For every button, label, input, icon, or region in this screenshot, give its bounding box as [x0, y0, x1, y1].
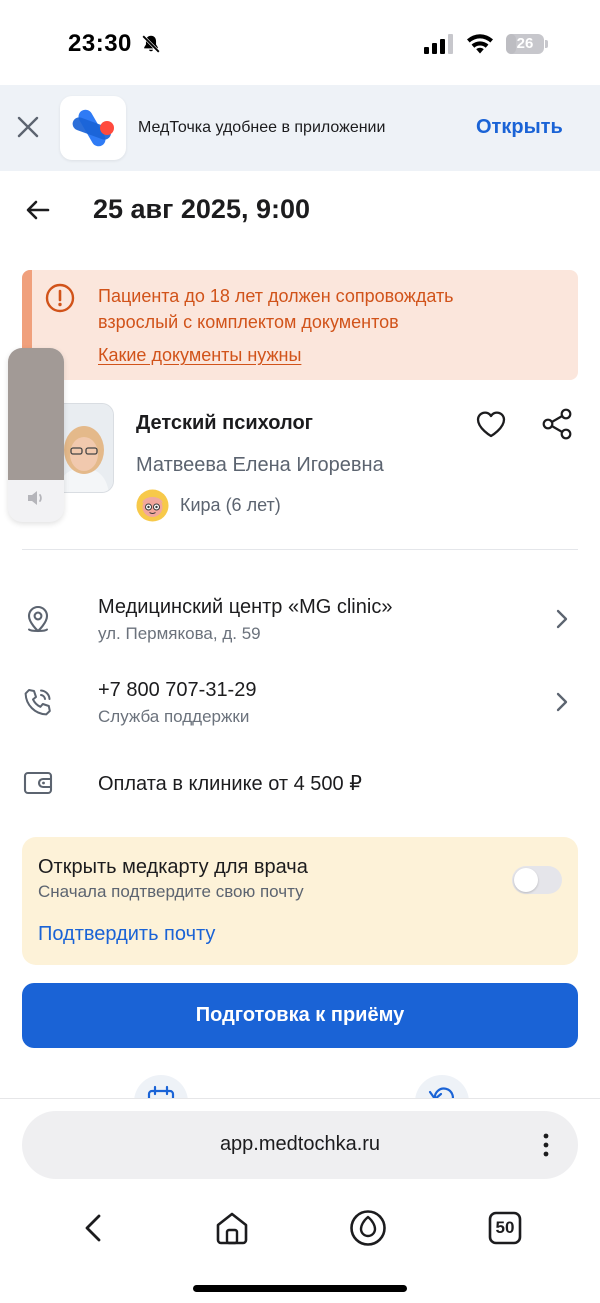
- open-app-button[interactable]: Открыть: [476, 116, 563, 139]
- home-indicator[interactable]: [193, 1285, 407, 1292]
- doctor-name[interactable]: Матвеева Елена Игоревна: [136, 454, 384, 477]
- required-documents-link[interactable]: Какие документы нужны: [98, 345, 301, 366]
- banner-text: МедТочка удобнее в приложении: [138, 119, 386, 136]
- more-vertical-icon[interactable]: [536, 1131, 556, 1159]
- speaker-icon[interactable]: [24, 486, 48, 510]
- prepare-for-visit-button[interactable]: Подготовка к приёму: [22, 983, 578, 1048]
- wifi-icon: [467, 34, 493, 54]
- page-title: 25 авг 2025, 9:00: [93, 194, 311, 224]
- doctor-specialty: Детский психолог: [136, 412, 313, 434]
- medtochka-app-logo: [60, 96, 126, 160]
- tabs-count: 50: [495, 1218, 515, 1237]
- location-pin-icon: [27, 605, 49, 633]
- media-preview: [8, 348, 64, 480]
- phone-icon: [24, 689, 51, 716]
- medcard-title: Открыть медкарту для врача: [38, 856, 308, 878]
- battery-percent: 26: [516, 35, 534, 52]
- bell-muted-icon: [142, 35, 160, 53]
- medtochka-logo-icon: [72, 109, 114, 147]
- close-icon[interactable]: [14, 113, 42, 141]
- url-text: app.medtochka.ru: [219, 1133, 381, 1155]
- medcard-subtitle: Сначала подтвердите свою почту: [38, 882, 304, 901]
- back-arrow-icon[interactable]: [24, 196, 52, 224]
- wallet-icon: [23, 771, 53, 795]
- support-label: Служба поддержки: [98, 707, 250, 726]
- browser-back-icon[interactable]: [74, 1208, 114, 1248]
- patient-name: Кира (6 лет): [180, 495, 281, 515]
- exclamation-circle-icon: [45, 283, 75, 313]
- chevron-right-icon: [556, 692, 568, 712]
- status-time: 23:30: [68, 30, 132, 57]
- clinic-address: ул. Пермякова, д. 59: [98, 624, 261, 643]
- toggle-knob: [514, 868, 538, 892]
- floating-media-panel[interactable]: [8, 348, 64, 522]
- appointment-screen: 23:30 26 МедТочка удобнее в приложении О…: [0, 0, 600, 1303]
- confirm-email-link[interactable]: Подтвердить почту: [38, 923, 215, 946]
- medcard-toggle[interactable]: [512, 866, 562, 894]
- battery-cap: [545, 40, 548, 48]
- battery-indicator: 26: [506, 34, 544, 54]
- cellular-signal-icon: [424, 34, 453, 54]
- chevron-right-icon: [556, 609, 568, 629]
- payment-info: Оплата в клинике от 4 500 ₽: [98, 773, 362, 795]
- child-avatar-icon: [136, 489, 169, 522]
- clinic-name: Медицинский центр «MG clinic»: [98, 596, 393, 618]
- home-icon[interactable]: [212, 1208, 252, 1248]
- share-icon[interactable]: [540, 407, 574, 441]
- heart-icon[interactable]: [474, 407, 508, 441]
- clinic-row[interactable]: [0, 580, 600, 660]
- support-phone-number: +7 800 707-31-29: [98, 679, 257, 701]
- section-divider: [22, 549, 578, 550]
- warning-text: Пациента до 18 лет должен сопровождать в…: [98, 286, 454, 332]
- phone-row[interactable]: [0, 668, 600, 738]
- alice-assistant-icon[interactable]: [348, 1208, 388, 1248]
- tabs-button[interactable]: 50: [485, 1208, 525, 1248]
